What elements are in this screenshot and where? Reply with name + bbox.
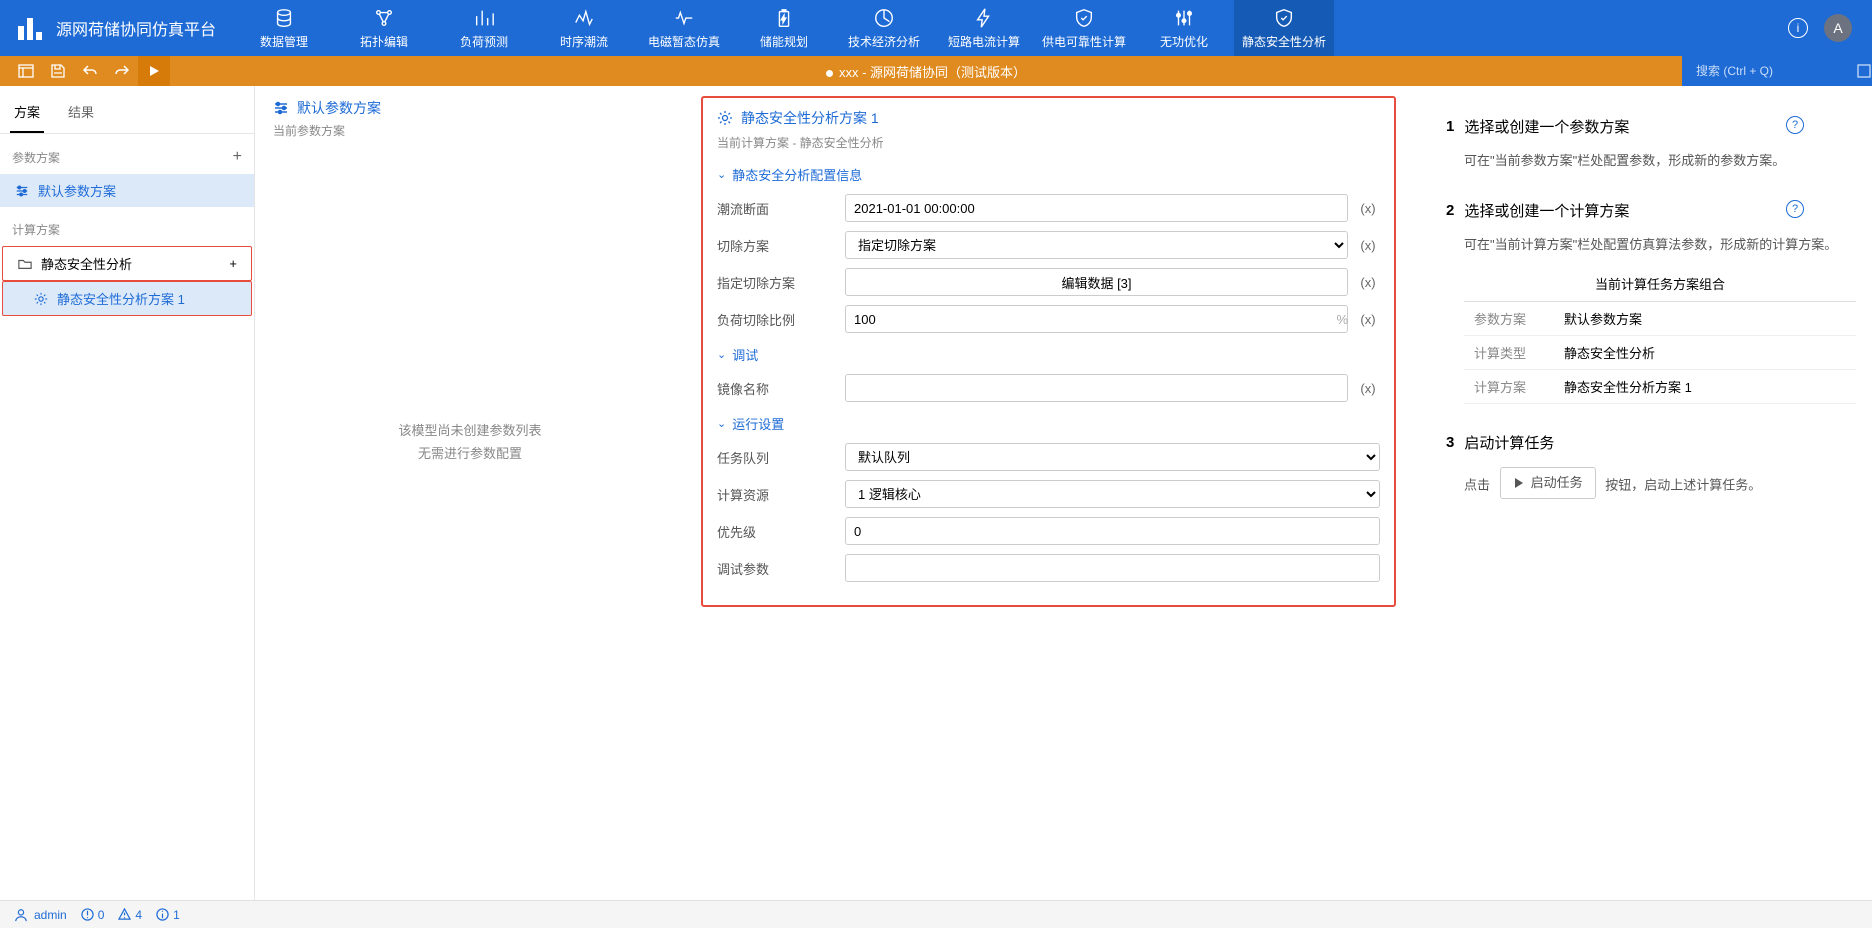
edit-data-button[interactable]: 编辑数据 [3]: [845, 268, 1348, 296]
step-1-desc: 可在"当前参数方案"栏处配置参数，形成新的参数方案。: [1446, 151, 1838, 172]
guide-panel: ? 1选择或创建一个参数方案 可在"当前参数方案"栏处配置参数，形成新的参数方案…: [1412, 86, 1872, 900]
gear-icon: [717, 110, 733, 126]
gear-icon: [33, 292, 49, 306]
flow-section-input[interactable]: [845, 194, 1348, 222]
group-config-info[interactable]: ⌄静态安全分析配置信息: [717, 165, 1380, 184]
sidebar: 方案 结果 参数方案 + 默认参数方案 计算方案 静态安全性分析 + 静态安全性…: [0, 86, 255, 900]
queue-select[interactable]: 默认队列: [845, 443, 1380, 471]
user-avatar[interactable]: A: [1824, 14, 1852, 42]
nav-load-forecast[interactable]: 负荷预测: [434, 0, 534, 56]
tab-scheme[interactable]: 方案: [10, 96, 44, 133]
cores-select[interactable]: 1 逻辑核心: [845, 480, 1380, 508]
error-icon: [81, 908, 94, 921]
expand-icon[interactable]: [1857, 64, 1871, 78]
play-icon: [1513, 477, 1525, 489]
load-ratio-input[interactable]: [845, 305, 1348, 333]
top-nav: 源网荷储协同仿真平台 数据管理 拓扑编辑 负荷预测 时序潮流 电磁暂态仿真 储能…: [0, 0, 1872, 56]
search-input[interactable]: [1696, 64, 1851, 78]
save-button[interactable]: [42, 56, 74, 86]
run-button[interactable]: [138, 56, 170, 86]
group-debug[interactable]: ⌄调试: [717, 345, 1380, 364]
warning-icon: [118, 908, 131, 921]
reset-button[interactable]: (x): [1356, 312, 1380, 327]
status-bar: admin 0 4 1: [0, 900, 1872, 928]
status-infos[interactable]: 1: [156, 908, 180, 922]
app-logo: 源网荷储协同仿真平台: [0, 16, 234, 40]
debug-args-input[interactable]: [845, 554, 1380, 582]
params-panel-title: 默认参数方案: [273, 98, 667, 118]
help-icon[interactable]: ?: [1786, 200, 1804, 218]
redo-button[interactable]: [106, 56, 138, 86]
empty-state: 该模型尚未创建参数列表 无需进行参数配置: [273, 419, 667, 466]
section-params-head: 参数方案 +: [0, 134, 254, 174]
nav-emt-sim[interactable]: 电磁暂态仿真: [634, 0, 734, 56]
nav-tech-econ[interactable]: 技术经济分析: [834, 0, 934, 56]
nav-right: i A: [1788, 14, 1872, 42]
combo-table: 当前计算任务方案组合 参数方案默认参数方案 计算类型静态安全性分析 计算方案静态…: [1464, 266, 1856, 404]
step-1-title: 1选择或创建一个参数方案: [1446, 116, 1838, 137]
step-2-desc: 可在"当前计算方案"栏处配置仿真算法参数，形成新的计算方案。: [1446, 235, 1838, 256]
nav-static-security[interactable]: 静态安全性分析: [1234, 0, 1334, 56]
params-panel: 默认参数方案 当前参数方案 该模型尚未创建参数列表 无需进行参数配置: [255, 86, 685, 900]
priority-input[interactable]: [845, 517, 1380, 545]
toolbar-panel-icon[interactable]: [10, 56, 42, 86]
cut-scheme-select[interactable]: 指定切除方案: [845, 231, 1348, 259]
nav-reactive-opt[interactable]: 无功优化: [1134, 0, 1234, 56]
nav-topology[interactable]: 拓扑编辑: [334, 0, 434, 56]
calc-scheme-item[interactable]: 静态安全性分析方案 1: [2, 281, 252, 316]
table-row: 参数方案默认参数方案: [1464, 301, 1856, 335]
reset-button[interactable]: (x): [1356, 238, 1380, 253]
nav-time-flow[interactable]: 时序潮流: [534, 0, 634, 56]
add-calc-button[interactable]: +: [229, 256, 237, 271]
folder-icon: [17, 257, 33, 271]
default-params-item[interactable]: 默认参数方案: [0, 174, 254, 207]
reset-button[interactable]: (x): [1356, 275, 1380, 290]
step-3-desc: 点击 启动任务 按钮，启动上述计算任务。: [1446, 467, 1838, 500]
group-run-settings[interactable]: ⌄运行设置: [717, 414, 1380, 433]
undo-button[interactable]: [74, 56, 106, 86]
step-2-title: 2选择或创建一个计算方案: [1446, 200, 1838, 221]
sliders-icon: [273, 100, 289, 116]
nav-data-mgmt[interactable]: 数据管理: [234, 0, 334, 56]
section-calc-head: 计算方案: [0, 207, 254, 246]
toolbar: xxx - 源网荷储协同（测试版本）: [0, 56, 1872, 86]
config-title: 静态安全性分析方案 1: [717, 108, 1380, 128]
image-name-input[interactable]: [845, 374, 1348, 402]
table-row: 计算类型静态安全性分析: [1464, 335, 1856, 369]
nav-short-circuit[interactable]: 短路电流计算: [934, 0, 1034, 56]
user-icon: [14, 908, 28, 922]
info-icon: [156, 908, 169, 921]
params-panel-subtitle: 当前参数方案: [273, 122, 667, 139]
app-title: 源网荷储协同仿真平台: [56, 16, 216, 40]
table-row: 计算方案静态安全性分析方案 1: [1464, 369, 1856, 403]
chevron-down-icon: ⌄: [717, 348, 726, 361]
start-task-button[interactable]: 启动任务: [1500, 467, 1596, 500]
nav-reliability[interactable]: 供电可靠性计算: [1034, 0, 1134, 56]
status-errors[interactable]: 0: [81, 908, 105, 922]
reset-button[interactable]: (x): [1356, 201, 1380, 216]
document-title: xxx - 源网荷储协同（测试版本）: [170, 62, 1682, 81]
nav-items: 数据管理 拓扑编辑 负荷预测 时序潮流 电磁暂态仿真 储能规划 技术经济分析 短…: [234, 0, 1334, 56]
calc-group-item[interactable]: 静态安全性分析 +: [2, 246, 252, 281]
nav-storage[interactable]: 储能规划: [734, 0, 834, 56]
chevron-down-icon: ⌄: [717, 168, 726, 181]
config-panel: 静态安全性分析方案 1 当前计算方案 - 静态安全性分析 ⌄静态安全分析配置信息…: [685, 86, 1412, 900]
config-subtitle: 当前计算方案 - 静态安全性分析: [717, 134, 1380, 151]
tab-result[interactable]: 结果: [64, 96, 98, 133]
add-params-button[interactable]: +: [233, 148, 242, 166]
status-warnings[interactable]: 4: [118, 908, 142, 922]
info-icon[interactable]: i: [1788, 18, 1808, 38]
reset-button[interactable]: (x): [1356, 381, 1380, 396]
logo-icon: [18, 16, 46, 40]
help-icon[interactable]: ?: [1786, 116, 1804, 134]
step-3-title: 3启动计算任务: [1446, 432, 1838, 453]
search-box[interactable]: [1682, 56, 1872, 86]
status-user[interactable]: admin: [14, 908, 67, 922]
sliders-icon: [14, 184, 30, 198]
chevron-down-icon: ⌄: [717, 417, 726, 430]
